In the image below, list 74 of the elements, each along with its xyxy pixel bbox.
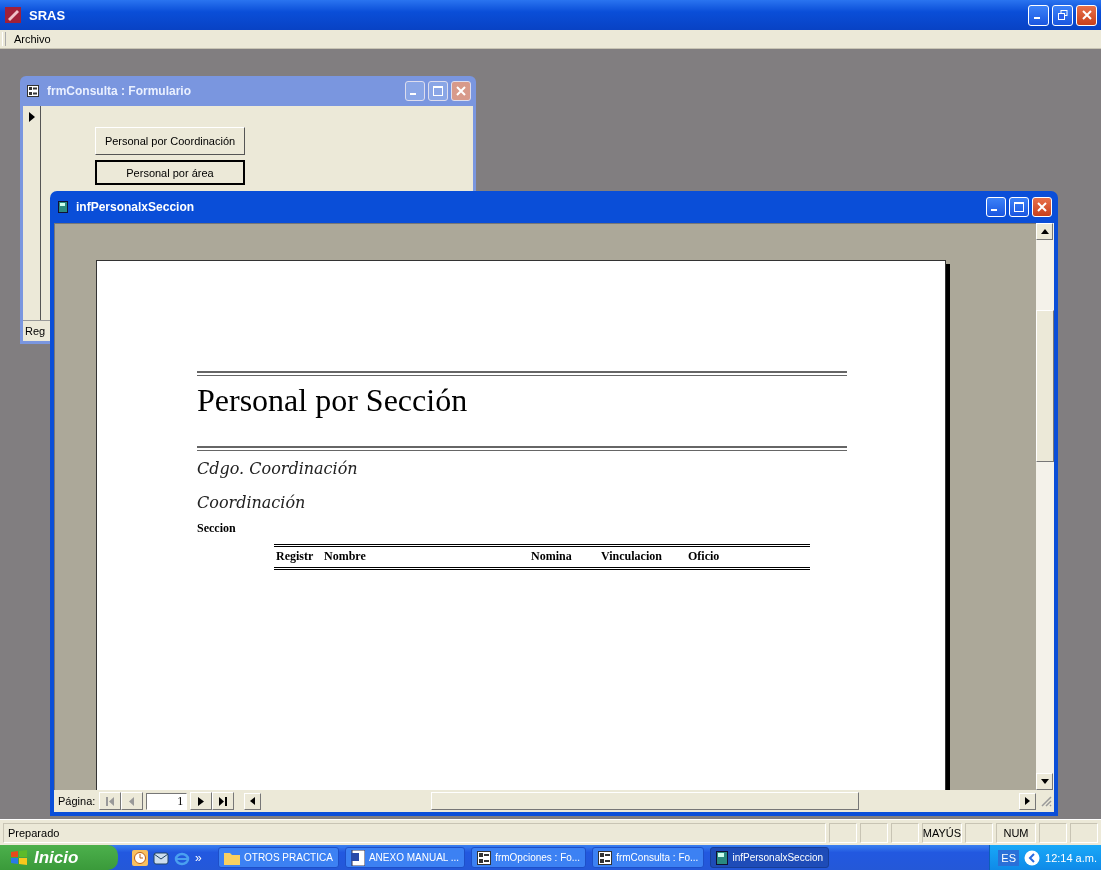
- menu-item[interactable]: Archivo: [12, 33, 53, 45]
- status-pane: [965, 822, 993, 843]
- start-button[interactable]: Inicio: [0, 845, 118, 870]
- key-icon: [4, 6, 22, 24]
- taskbar-button[interactable]: infPersonalxSeccion: [710, 847, 829, 868]
- taskbar-button[interactable]: frmConsulta : Fo...: [592, 847, 705, 868]
- status-pane: [1039, 822, 1067, 843]
- clock: 12:14 a.m.: [1045, 851, 1097, 864]
- more-button[interactable]: »: [195, 850, 202, 865]
- scroll-right-icon[interactable]: [1019, 792, 1036, 810]
- minimize-icon: [1033, 17, 1040, 19]
- report-icon: [716, 850, 729, 865]
- status-indicator: MAYÚS: [922, 822, 962, 843]
- scroll-left-icon[interactable]: [244, 792, 262, 810]
- form-icon: [477, 850, 492, 865]
- previous-page-button[interactable]: [121, 792, 144, 810]
- report-title: Personal por Sección: [197, 381, 469, 420]
- status-pane: [829, 822, 857, 843]
- close-icon: [1081, 10, 1092, 20]
- restore-icon: [1057, 10, 1068, 20]
- field-label: Coordinación: [197, 491, 307, 514]
- status-indicator: NUM: [996, 822, 1036, 843]
- scroll-down-icon[interactable]: [1036, 773, 1053, 790]
- scroll-up-icon[interactable]: [1036, 223, 1053, 240]
- command-button[interactable]: Personal por área: [95, 160, 245, 185]
- status-pane: [1070, 822, 1098, 843]
- status-pane: [860, 822, 888, 843]
- command-button[interactable]: Personal por Coordinación: [95, 127, 245, 155]
- field-label: Cdgo. Coordinación: [197, 457, 359, 480]
- maximize-icon: [433, 86, 443, 96]
- next-page-button[interactable]: [190, 792, 213, 810]
- minimize-icon: [991, 209, 997, 211]
- taskbar-button[interactable]: ANEXO MANUAL ...: [344, 847, 466, 868]
- report-window-title: infPersonalxSeccion: [76, 200, 195, 214]
- page-number-field[interactable]: 1: [146, 792, 188, 810]
- clock-icon[interactable]: [132, 849, 148, 866]
- group-label: Seccion: [197, 521, 237, 536]
- record-label: Reg: [25, 325, 46, 337]
- language-indicator[interactable]: ES: [998, 849, 1019, 866]
- taskbar-button[interactable]: frmOpciones : Fo...: [471, 847, 587, 868]
- first-page-icon: [105, 796, 115, 806]
- chevron-icon[interactable]: [1024, 849, 1040, 866]
- status-text: Preparado: [3, 822, 826, 843]
- status-pane: [891, 822, 919, 843]
- form-window-title: frmConsulta : Formulario: [47, 84, 191, 98]
- email-icon[interactable]: [153, 849, 169, 866]
- page-label: Página:: [58, 795, 96, 807]
- column-header: Nomina: [530, 549, 573, 564]
- column-header: Oficio: [687, 549, 721, 564]
- first-page-button[interactable]: [99, 792, 122, 810]
- maximize-icon: [1014, 202, 1024, 212]
- close-icon: [456, 86, 466, 96]
- resize-grip-icon[interactable]: [1040, 795, 1052, 807]
- vertical-scrollbar[interactable]: [1036, 223, 1054, 790]
- form-icon: [598, 850, 613, 865]
- last-page-icon: [218, 796, 228, 806]
- previous-page-icon: [129, 796, 136, 806]
- document-icon: [350, 849, 365, 866]
- taskbar-button[interactable]: OTROS PRACTICA: [218, 847, 339, 868]
- record-pointer-icon: [29, 112, 35, 122]
- last-page-button[interactable]: [212, 792, 235, 810]
- next-page-icon: [198, 796, 205, 806]
- window-title: SRAS: [29, 7, 66, 23]
- column-header: Nombre: [323, 549, 367, 564]
- report-icon: [58, 201, 68, 213]
- minimize-icon: [410, 93, 416, 95]
- folder-icon: [224, 850, 240, 865]
- horizontal-scrollbar[interactable]: [244, 792, 1036, 810]
- column-header: Registr: [275, 549, 315, 564]
- close-icon: [1037, 202, 1047, 212]
- form-icon: [27, 85, 39, 97]
- column-header: Vinculacion: [600, 549, 663, 564]
- restore-button[interactable]: [1052, 4, 1073, 26]
- logo-icon: [10, 849, 28, 866]
